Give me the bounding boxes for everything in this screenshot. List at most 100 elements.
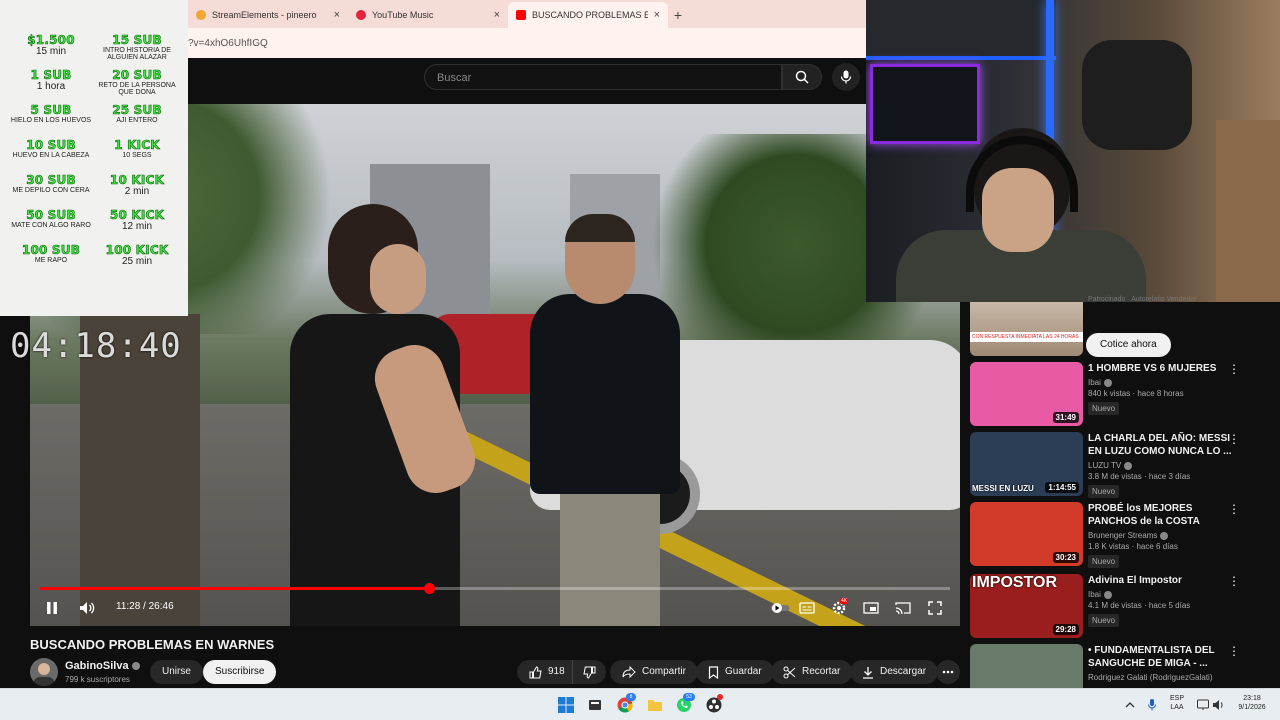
goals-row: 1 SUB 1 hora 20 SUB Reto de la persona que …: [8, 69, 180, 104]
settings-button[interactable]: 4K: [830, 598, 849, 618]
cast-button[interactable]: [894, 598, 912, 618]
volume-button[interactable]: [78, 598, 96, 618]
video-title[interactable]: • FUNDAMENTALISTA DEL SANGUCHE DE MIGA -…: [1088, 644, 1238, 670]
taskbar-obs[interactable]: [706, 694, 723, 713]
recommended-video[interactable]: MESSI EN LUZU 1:14:55 LA CHARLA DEL AÑO:…: [970, 432, 1280, 498]
show-hidden-icons-button[interactable]: [1124, 697, 1136, 713]
verified-icon: [1160, 531, 1169, 540]
taskbar-app[interactable]: [587, 697, 603, 713]
ad-cta-button[interactable]: Cotice ahora: [1086, 333, 1171, 357]
close-tab-icon[interactable]: ×: [334, 9, 340, 21]
clock[interactable]: 23:18 9/1/2026: [1232, 694, 1272, 712]
tab-video[interactable]: BUSCANDO PROBLEMAS EN W... ×: [508, 2, 668, 28]
volume-tray-button[interactable]: [1212, 697, 1226, 713]
miniplayer-button[interactable]: [862, 598, 880, 618]
channel-name[interactable]: Ibai: [1088, 378, 1101, 387]
goal-reward: Intro historia de alguien alazar: [103, 47, 171, 61]
clip-button[interactable]: Recortar: [771, 660, 853, 684]
recommended-video[interactable]: 30:23 PROBÉ los MEJORES PANCHOS de la CO…: [970, 502, 1280, 568]
more-vertical-icon[interactable]: ⋮: [1228, 574, 1240, 588]
goals-row: 100 SUB Me rapo 100 KICK 25 min: [8, 244, 180, 279]
goal-amount: 50 SUB: [26, 208, 76, 222]
video-info: LA CHARLA DEL AÑO: MESSI EN LUZU COMO NU…: [1088, 432, 1238, 499]
video-duration: 1:14:55: [1045, 482, 1079, 493]
video-duration: 29:28: [1052, 624, 1079, 635]
more-vertical-icon[interactable]: ⋮: [1228, 362, 1240, 376]
autoplay-toggle[interactable]: [770, 598, 790, 618]
close-tab-icon[interactable]: ×: [654, 9, 660, 21]
quality-badge: 4K: [840, 598, 849, 604]
pause-button[interactable]: [44, 598, 60, 618]
streamer-webcam: [866, 0, 1280, 302]
video-title[interactable]: Adivina El Impostor: [1088, 574, 1238, 587]
more-vertical-icon[interactable]: ⋮: [1228, 502, 1240, 516]
video-thumbnail[interactable]: 31:49: [970, 362, 1083, 426]
new-tab-button[interactable]: +: [668, 2, 688, 28]
video-thumbnail[interactable]: 30:23: [970, 502, 1083, 566]
download-button[interactable]: Descargar: [850, 660, 939, 684]
channel-name[interactable]: GabinoSilva: [65, 660, 140, 672]
search-input[interactable]: Buscar: [424, 64, 782, 90]
video-progress-bar[interactable]: [40, 583, 950, 594]
more-actions-button[interactable]: [936, 660, 960, 684]
video-duration: 30:23: [1052, 552, 1079, 563]
recommended-video[interactable]: 31:49 1 HOMBRE VS 6 MUJERES Ibai 840 k v…: [970, 362, 1280, 428]
more-vertical-icon[interactable]: ⋮: [1228, 432, 1240, 446]
video-thumbnail[interactable]: MESSI EN LUZU 1:14:55: [970, 432, 1083, 496]
thumbnail-text: IMPOSTOR: [972, 574, 1058, 591]
video-duration: 31:49: [1052, 412, 1079, 423]
fullscreen-button[interactable]: [926, 598, 944, 618]
like-count: 918: [548, 666, 565, 677]
taskbar-file-explorer[interactable]: [647, 697, 663, 713]
channel-avatar[interactable]: [30, 658, 58, 686]
goal-reward: Aji entero: [116, 117, 158, 124]
avatar-icon: [34, 663, 54, 686]
search-button[interactable]: [782, 64, 822, 90]
microphone-tray-button[interactable]: [1146, 697, 1158, 713]
subscribe-label: Suscribirse: [215, 666, 265, 677]
video-title[interactable]: 1 HOMBRE VS 6 MUJERES: [1088, 362, 1238, 375]
youtube-header: Buscar: [188, 58, 868, 104]
channel-name[interactable]: LUZU TV: [1088, 461, 1121, 470]
subtitles-icon: [799, 602, 815, 614]
stream-timer: 04:18:40: [10, 326, 182, 366]
subscribe-button[interactable]: Suscribirse: [203, 660, 277, 684]
network-button[interactable]: [1196, 697, 1210, 713]
voice-search-button[interactable]: [832, 63, 860, 91]
channel-line: Ibai: [1088, 378, 1238, 387]
tab-streamelements[interactable]: StreamElements - pineero ×: [188, 2, 348, 28]
video-title[interactable]: LA CHARLA DEL AÑO: MESSI EN LUZU COMO NU…: [1088, 432, 1238, 458]
tab-title: YouTube Music: [372, 10, 434, 20]
goals-row: $1.500 15 min 15 SUB Intro historia de algu…: [8, 34, 180, 69]
search-icon: [795, 70, 809, 84]
goal-reward: 12 min: [121, 221, 152, 232]
video-title[interactable]: PROBÉ los MEJORES PANCHOS de la COSTA AR…: [1088, 502, 1238, 528]
channel-name[interactable]: Ibai: [1088, 590, 1101, 599]
notification-badge: 53: [683, 693, 695, 701]
channel-name[interactable]: Rodriguez Galati (RodriguezGalati): [1088, 673, 1213, 682]
subtitles-button[interactable]: [798, 598, 816, 618]
taskbar-chrome[interactable]: 8: [617, 693, 636, 713]
channel-line: Brunenger Streams: [1088, 531, 1238, 540]
join-button[interactable]: Unirse: [150, 660, 203, 684]
more-vertical-icon[interactable]: ⋮: [1228, 644, 1240, 658]
recommended-video[interactable]: IMPOSTOR 29:28 Adivina El Impostor Ibai …: [970, 574, 1280, 640]
like-button[interactable]: 918: [517, 660, 575, 684]
video-progress-fill: [40, 587, 430, 590]
channel-name[interactable]: Brunenger Streams: [1088, 531, 1157, 540]
save-button[interactable]: Guardar: [696, 660, 774, 684]
dislike-button[interactable]: [572, 660, 606, 684]
youtube-music-favicon-icon: [356, 10, 366, 20]
goal-amount: 100 SUB: [21, 243, 81, 257]
youtube-favicon-icon: [516, 10, 526, 20]
taskbar-whatsapp[interactable]: 53: [676, 693, 695, 713]
ad-thumbnail[interactable]: CON RESPUESTA INMEDIATA LAS 24 HORAS: [970, 302, 1083, 356]
tab-youtube-music[interactable]: YouTube Music ×: [348, 2, 508, 28]
share-button[interactable]: Compartir: [610, 660, 698, 684]
language-indicator[interactable]: ESP LAA: [1164, 694, 1190, 712]
video-thumbnail[interactable]: IMPOSTOR 29:28: [970, 574, 1083, 638]
save-label: Guardar: [725, 666, 762, 677]
address-bar[interactable]: ?v=4xhO6UhfIGQ: [188, 28, 868, 58]
start-button[interactable]: [558, 697, 574, 713]
close-tab-icon[interactable]: ×: [494, 9, 500, 21]
